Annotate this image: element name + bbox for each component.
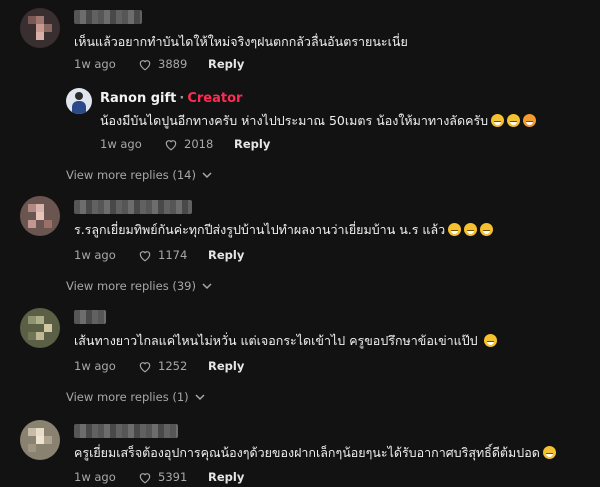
grinning-emoji-icon xyxy=(483,334,497,347)
heart-eyes-emoji-icon xyxy=(523,114,537,127)
username-blurred[interactable] xyxy=(74,310,106,324)
comment-text: เห็นแล้วอยากทำบันไดให้ใหม่จริงๆฝนตกกลัวล… xyxy=(74,34,408,49)
comment-time: 1w ago xyxy=(74,57,116,71)
view-more-label: View more replies (39) xyxy=(66,279,196,293)
avatar[interactable] xyxy=(20,420,60,460)
heart-outline-icon xyxy=(165,139,177,150)
reply-button[interactable]: Reply xyxy=(208,470,244,484)
comment-content: เส้นทางยาวไกลแค่ไหนไม่หวั่น แต่เจอกระไดเ… xyxy=(74,333,478,348)
view-more-replies[interactable]: View more replies (39) xyxy=(66,279,212,293)
reply-button[interactable]: Reply xyxy=(208,57,244,71)
like-count: 1174 xyxy=(158,248,188,262)
like-button[interactable]: 5391 xyxy=(138,470,208,484)
creator-badge: Creator xyxy=(187,91,243,106)
avatar[interactable] xyxy=(20,8,60,48)
grinning-emoji-icon xyxy=(480,223,494,236)
heart-outline-icon xyxy=(139,361,151,372)
grinning-emoji-icon xyxy=(507,114,521,127)
comment-content: ครูเยี่ยมเสร็จต้องอุปการคุณน้องๆด้วยของฝ… xyxy=(74,445,540,460)
reply-button[interactable]: Reply xyxy=(208,359,244,373)
like-button[interactable]: 3889 xyxy=(138,57,208,71)
like-count: 2018 xyxy=(184,137,214,151)
avatar[interactable] xyxy=(20,196,60,236)
username-blurred[interactable] xyxy=(74,200,192,214)
creator-reply-content: น้องมีบันไดปูนอีกทางครับ ห่างไปประมาณ 50… xyxy=(100,113,489,128)
comment-time: 1w ago xyxy=(74,248,116,262)
comment-text: ร.รลูกเยี่ยมทิพย์กันค่ะทุกปีส่งรูปบ้านไป… xyxy=(74,222,494,238)
grinning-emoji-icon xyxy=(448,223,462,236)
like-button[interactable]: 2018 xyxy=(164,137,234,151)
avatar[interactable] xyxy=(20,308,60,348)
creator-reply-text: น้องมีบันไดปูนอีกทางครับ ห่างไปประมาณ 50… xyxy=(100,113,537,129)
like-count: 1252 xyxy=(158,359,188,373)
grinning-emoji-icon xyxy=(464,223,478,236)
view-more-label: View more replies (1) xyxy=(66,390,189,404)
creator-reply-meta: 1w ago 2018 Reply xyxy=(100,136,270,152)
like-button[interactable]: 1174 xyxy=(138,248,208,262)
like-count: 5391 xyxy=(158,470,188,484)
chevron-down-icon xyxy=(195,393,205,400)
creator-name[interactable]: Ranon gift xyxy=(100,91,176,106)
chevron-down-icon xyxy=(202,282,212,289)
comment-meta: 1w ago 1252 Reply xyxy=(74,358,244,374)
grinning-emoji-icon xyxy=(542,446,556,459)
heart-outline-icon xyxy=(139,250,151,261)
view-more-replies[interactable]: View more replies (1) xyxy=(66,390,205,404)
view-more-label: View more replies (14) xyxy=(66,168,196,182)
comment-text: เส้นทางยาวไกลแค่ไหนไม่หวั่น แต่เจอกระไดเ… xyxy=(74,333,497,349)
username-blurred[interactable] xyxy=(74,424,178,438)
reply-button[interactable]: Reply xyxy=(234,137,270,151)
username-blurred[interactable] xyxy=(74,10,142,24)
like-count: 3889 xyxy=(158,57,188,71)
creator-reply-time: 1w ago xyxy=(100,137,142,151)
comment-content: ร.รลูกเยี่ยมทิพย์กันค่ะทุกปีส่งรูปบ้านไป… xyxy=(74,222,446,237)
comment-time: 1w ago xyxy=(74,470,116,484)
comment-time: 1w ago xyxy=(74,359,116,373)
creator-name-line: Ranon gift · Creator xyxy=(100,91,242,106)
grinning-emoji-icon xyxy=(491,114,505,127)
reply-button[interactable]: Reply xyxy=(208,248,244,262)
view-more-replies[interactable]: View more replies (14) xyxy=(66,168,212,182)
comment-meta: 1w ago 5391 Reply xyxy=(74,469,244,485)
creator-avatar[interactable] xyxy=(66,88,92,114)
chevron-down-icon xyxy=(202,171,212,178)
like-button[interactable]: 1252 xyxy=(138,359,208,373)
separator-dot: · xyxy=(179,91,185,106)
heart-outline-icon xyxy=(139,472,151,483)
comment-text: ครูเยี่ยมเสร็จต้องอุปการคุณน้องๆด้วยของฝ… xyxy=(74,445,556,461)
comment-meta: 1w ago 3889 Reply xyxy=(74,56,244,72)
heart-outline-icon xyxy=(139,59,151,70)
comment-meta: 1w ago 1174 Reply xyxy=(74,247,244,263)
